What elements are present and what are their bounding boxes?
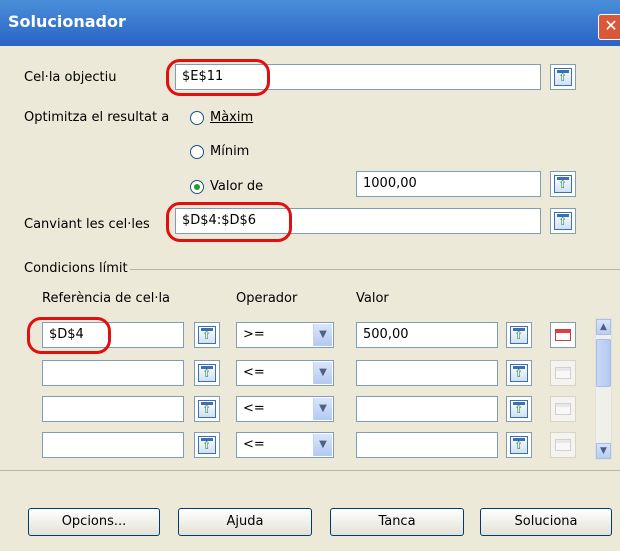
target-cell-shrink-button[interactable]	[550, 64, 576, 90]
shrink-icon	[198, 436, 216, 454]
changing-cells-shrink-button[interactable]	[550, 208, 576, 234]
table-icon	[555, 329, 571, 341]
shrink-icon	[554, 68, 572, 86]
shrink-icon	[198, 400, 216, 418]
table-icon	[555, 403, 571, 415]
options-button[interactable]: Opcions...	[28, 508, 160, 536]
constraint-ref-shrink-button-1[interactable]	[194, 322, 220, 348]
highlight-target-cell	[166, 59, 270, 96]
shrink-icon	[510, 400, 528, 418]
close-icon[interactable]: ✕	[598, 14, 620, 40]
remove-constraint-button-4[interactable]	[550, 432, 576, 458]
shrink-icon	[510, 364, 528, 382]
changing-cells-label: Canviant les cel·les	[24, 217, 150, 232]
constraint-operator-select-2[interactable]: <= ▼	[236, 360, 334, 386]
table-icon	[555, 367, 571, 379]
target-cell-label: Cel·la objectiu	[24, 70, 117, 85]
constraint-value-input-3[interactable]	[356, 396, 498, 422]
constraint-ref-shrink-button-4[interactable]	[194, 432, 220, 458]
help-button[interactable]: Ajuda	[178, 508, 312, 536]
constraints-scrollbar[interactable]: ▲ ▼	[595, 318, 612, 460]
column-value-header: Valor	[356, 291, 389, 306]
solve-button[interactable]: Soluciona	[480, 508, 612, 536]
constraint-ref-input-2[interactable]	[42, 360, 184, 386]
constraint-operator-select-1[interactable]: >= ▼	[236, 322, 334, 348]
shrink-icon	[554, 175, 572, 193]
shrink-icon	[198, 326, 216, 344]
constraint-value-shrink-button-2[interactable]	[506, 360, 532, 386]
remove-constraint-button-1[interactable]	[550, 322, 576, 348]
dialog-title: Solucionador	[8, 12, 126, 31]
chevron-down-icon[interactable]: ▼	[313, 398, 332, 420]
shrink-icon	[554, 212, 572, 230]
constraints-separator	[130, 269, 620, 270]
scroll-down-icon[interactable]: ▼	[596, 443, 611, 459]
shrink-icon	[510, 326, 528, 344]
minimum-label[interactable]: Mínim	[210, 144, 249, 159]
table-icon	[555, 439, 571, 451]
maximum-label[interactable]: Màxim	[210, 110, 253, 125]
column-operator-header: Operador	[236, 291, 298, 306]
value-of-input[interactable]: 1000,00	[356, 171, 541, 197]
constraint-ref-shrink-button-2[interactable]	[194, 360, 220, 386]
scrollbar-thumb[interactable]	[596, 339, 611, 387]
constraints-section-label: Condicions límit	[24, 261, 128, 276]
constraint-value-shrink-button-3[interactable]	[506, 396, 532, 422]
remove-constraint-button-3[interactable]	[550, 396, 576, 422]
radio-value-of[interactable]	[190, 180, 204, 194]
chevron-down-icon[interactable]: ▼	[313, 362, 332, 384]
remove-constraint-button-2[interactable]	[550, 360, 576, 386]
shrink-icon	[510, 436, 528, 454]
chevron-down-icon[interactable]: ▼	[313, 324, 332, 346]
value-of-label[interactable]: Valor de	[210, 179, 263, 194]
column-ref-header: Referència de cel·la	[42, 291, 171, 306]
title-bar: Solucionador ✕	[0, 0, 620, 46]
value-of-shrink-button[interactable]	[550, 171, 576, 197]
chevron-down-icon[interactable]: ▼	[313, 434, 332, 456]
constraint-ref-input-3[interactable]	[42, 396, 184, 422]
highlight-changing-cells	[166, 202, 292, 242]
constraint-value-input-1[interactable]: 500,00	[356, 322, 498, 348]
operator-value: <=	[243, 365, 265, 380]
radio-maximum[interactable]	[190, 111, 204, 125]
constraint-operator-select-4[interactable]: <= ▼	[236, 432, 334, 458]
close-button[interactable]: Tanca	[330, 508, 464, 536]
scroll-up-icon[interactable]: ▲	[596, 319, 611, 335]
constraint-value-shrink-button-1[interactable]	[506, 322, 532, 348]
footer-separator	[0, 470, 620, 471]
constraint-operator-select-3[interactable]: <= ▼	[236, 396, 334, 422]
constraint-value-shrink-button-4[interactable]	[506, 432, 532, 458]
operator-value: <=	[243, 401, 265, 416]
operator-value: <=	[243, 437, 265, 452]
constraint-value-input-2[interactable]	[356, 360, 498, 386]
constraint-ref-shrink-button-3[interactable]	[194, 396, 220, 422]
radio-minimum[interactable]	[190, 145, 204, 159]
constraint-ref-input-4[interactable]	[42, 432, 184, 458]
optimize-label: Optimitza el resultat a	[24, 110, 170, 125]
shrink-icon	[198, 364, 216, 382]
highlight-constraint-ref	[27, 317, 111, 354]
operator-value: >=	[243, 327, 265, 342]
constraint-value-input-4[interactable]	[356, 432, 498, 458]
